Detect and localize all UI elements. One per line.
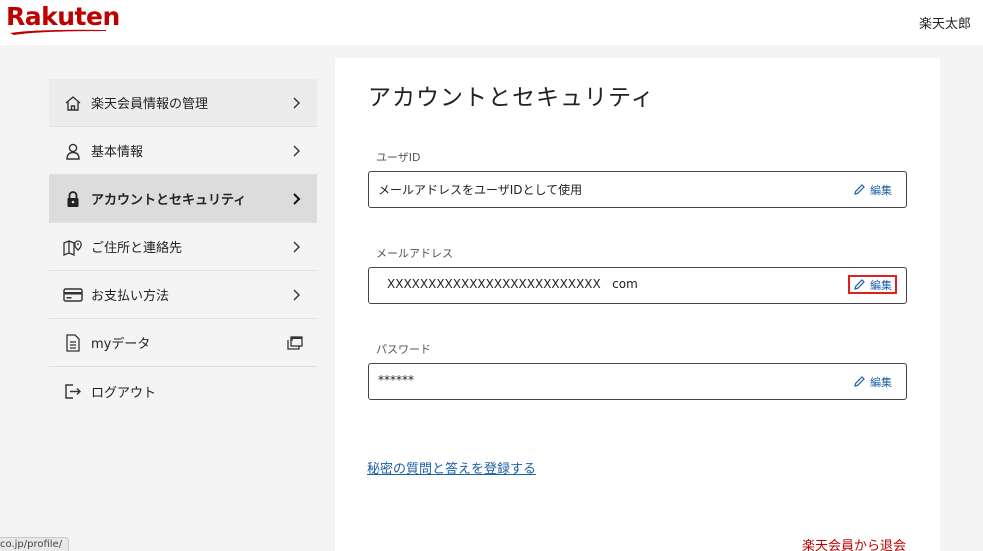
password-value: ******	[378, 373, 414, 387]
chevron-right-icon	[293, 97, 300, 108]
edit-label: 編集	[870, 183, 892, 197]
user-id-value: メールアドレスをユーザIDとして使用	[378, 183, 583, 197]
chevron-right-icon	[293, 145, 300, 156]
edit-label: 編集	[870, 375, 892, 389]
home-icon	[63, 93, 83, 113]
person-icon	[63, 141, 83, 161]
email-value: XXXXXXXXXXXXXXXXXXXXXXXXXX com	[387, 277, 638, 291]
sidebar-item-payment-method[interactable]: お支払い方法	[49, 271, 317, 319]
credit-card-icon	[63, 285, 83, 305]
sidebar-item-logout[interactable]: ログアウト	[49, 367, 317, 415]
edit-user-id-button[interactable]: 編集	[851, 181, 894, 198]
password-field: ****** 編集	[368, 363, 907, 400]
logo-swoosh-icon	[10, 29, 106, 35]
pencil-icon	[854, 376, 865, 387]
chevron-right-icon	[293, 241, 300, 252]
register-secret-question-link[interactable]: 秘密の質問と答えを登録する	[367, 458, 536, 477]
sidebar-item-label: ご住所と連絡先	[91, 241, 183, 256]
sidebar-nav: 楽天会員情報の管理 基本情報 アカウントとセキュリティ ご住所と連絡先 お支払い…	[49, 79, 317, 415]
account-security-card: アカウントとセキュリティ ユーザID メールアドレスをユーザIDとして使用 編集…	[335, 58, 940, 551]
page-title: アカウントとセキュリティ	[368, 85, 655, 111]
map-pin-icon	[63, 237, 83, 257]
password-label: パスワード	[376, 343, 431, 356]
edit-label: 編集	[870, 278, 892, 292]
logout-icon	[63, 381, 83, 401]
sidebar-item-label: 基本情報	[91, 145, 144, 160]
sidebar-item-label: myデータ	[91, 337, 151, 352]
user-name[interactable]: 楽天太郎	[919, 13, 971, 32]
user-id-field: メールアドレスをユーザIDとして使用 編集	[368, 171, 907, 208]
edit-email-button[interactable]: 編集	[848, 275, 897, 294]
sidebar-item-member-info[interactable]: 楽天会員情報の管理	[49, 79, 317, 127]
status-bar-url: co.jp/profile/	[0, 537, 70, 551]
user-id-label: ユーザID	[376, 151, 421, 164]
edit-password-button[interactable]: 編集	[851, 373, 894, 390]
pencil-icon	[854, 184, 865, 195]
withdraw-membership-link[interactable]: 楽天会員から退会	[802, 535, 906, 551]
email-field: XXXXXXXXXXXXXXXXXXXXXXXXXX com 編集	[368, 267, 907, 304]
sidebar-item-label: お支払い方法	[91, 289, 170, 304]
chevron-right-icon	[293, 289, 300, 300]
lock-icon	[63, 189, 83, 209]
sidebar-item-basic-info[interactable]: 基本情報	[49, 127, 317, 175]
sidebar-item-account-security[interactable]: アカウントとセキュリティ	[49, 175, 317, 223]
sidebar-item-address-contact[interactable]: ご住所と連絡先	[49, 223, 317, 271]
rakuten-logo[interactable]: Rakuten	[6, 2, 120, 36]
external-window-icon	[287, 335, 303, 350]
email-label: メールアドレス	[376, 247, 453, 260]
pencil-icon	[854, 279, 865, 290]
top-header: Rakuten 楽天太郎	[0, 0, 983, 45]
sidebar-item-label: 楽天会員情報の管理	[91, 97, 209, 112]
chevron-right-icon	[293, 192, 301, 205]
document-icon	[63, 333, 83, 353]
sidebar-item-my-data[interactable]: myデータ	[49, 319, 317, 367]
sidebar-item-label: ログアウト	[91, 385, 157, 401]
sidebar-item-label: アカウントとセキュリティ	[91, 193, 247, 208]
